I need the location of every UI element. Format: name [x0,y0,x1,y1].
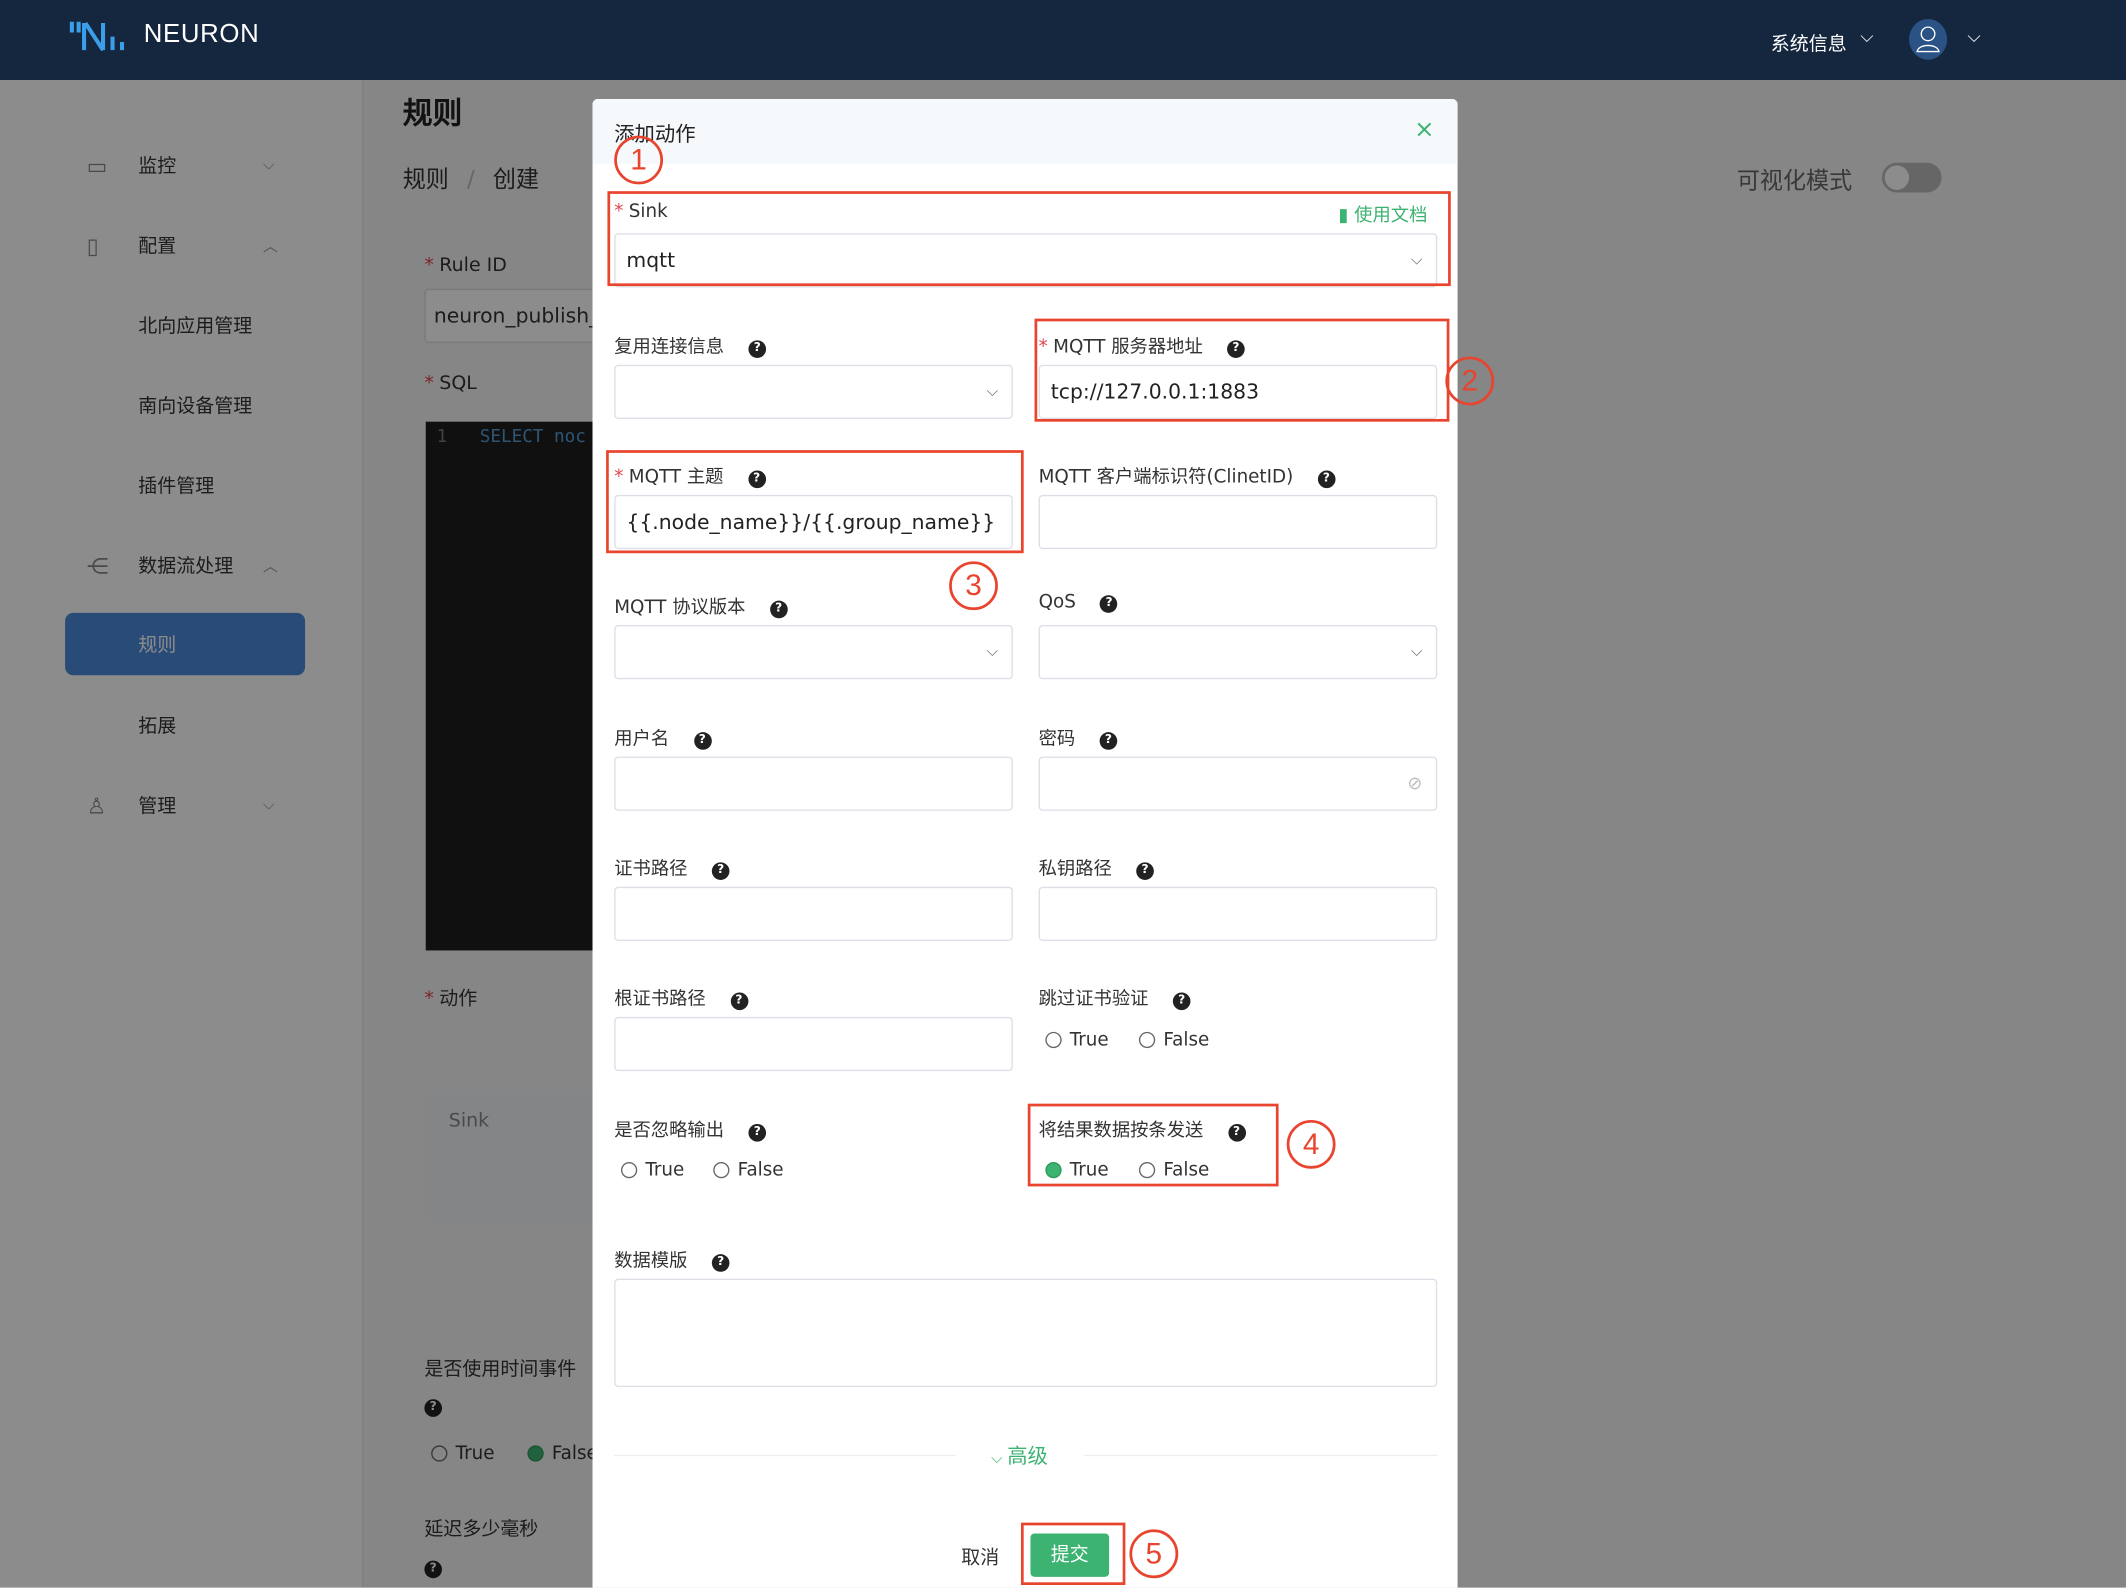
username-label: 用户名? [614,723,712,750]
mqtt-topic-input[interactable]: {{.node_name}}/{{.group_name}} [614,494,1013,550]
root-cert-input[interactable] [614,1016,1013,1072]
mqtt-protocol-label: MQTT 协议版本? [614,591,788,619]
omit-output-label: 是否忽略输出? [614,1115,767,1142]
brand-name: NEURON [143,20,260,49]
document-icon: ▮ [1338,204,1355,227]
chevron-down-icon[interactable]: ⌵ [1860,27,1873,47]
skip-verify-false-radio[interactable]: False [1138,1029,1209,1051]
send-single-false-radio[interactable]: False [1138,1159,1209,1181]
sink-select[interactable]: mqtt ⌵ [614,233,1438,288]
help-icon[interactable]: ? [711,862,730,880]
annotation-marker-2: 2 [1445,356,1495,406]
eye-hidden-icon[interactable]: ⊘ [1408,774,1423,794]
qos-select[interactable]: ⌵ [1038,625,1438,680]
sink-label: * Sink [614,200,668,223]
chevron-down-icon: ⌵ [1410,250,1423,269]
mqtt-clientid-label: MQTT 客户端标识符(ClinetID)? [1039,461,1336,489]
password-label: 密码? [1039,723,1118,750]
annotation-marker-4: 4 [1286,1119,1336,1169]
help-icon[interactable]: ? [1317,470,1336,489]
data-template-label: 数据模版? [614,1245,730,1272]
data-template-textarea[interactable] [614,1278,1438,1388]
app: NEURON 系统信息 ⌵ ⌵ ▭ 监控 ⌵ ▯ 配置 ︿ 北向应用管理 南向设备管理 … [0,0,2126,1588]
top-bar: NEURON 系统信息 ⌵ ⌵ [0,0,2126,80]
neuron-logo-icon [69,21,125,52]
mqtt-topic-label: * MQTT 主题? [614,461,766,489]
help-icon[interactable]: ? [1100,595,1118,613]
key-path-label: 私钥路径? [1039,853,1154,880]
cert-path-label: 证书路径? [614,853,730,880]
cancel-button[interactable]: 取消 [961,1543,999,1570]
help-icon[interactable]: ? [748,1124,767,1142]
chevron-down-icon: ⌵ [1410,642,1423,661]
username-input[interactable] [614,756,1013,811]
help-icon[interactable]: ? [769,600,788,619]
password-input[interactable]: ⊘ [1038,756,1438,811]
root-cert-label: 根证书路径? [614,983,748,1011]
dialog-header: 添加动作 × [592,98,1458,165]
skip-verify-label: 跳过证书验证? [1039,983,1191,1011]
send-single-true-radio[interactable]: True [1045,1159,1109,1181]
submit-button[interactable]: 提交 [1030,1533,1110,1577]
add-action-dialog: 添加动作 × * Sink ▮ 使用文档 mqtt ⌵ 复用连接信息? ⌵ * MQT… [592,98,1495,1588]
omit-output-false-radio[interactable]: False [713,1159,784,1181]
close-icon[interactable]: × [1414,115,1434,143]
help-icon[interactable]: ? [1099,732,1118,750]
help-icon[interactable]: ? [730,992,748,1011]
mqtt-protocol-select[interactable]: ⌵ [614,625,1013,680]
chevron-down-icon: ⌵ [986,382,998,400]
annotation-marker-3: 3 [949,561,998,611]
reuse-connection-label: 复用连接信息? [614,331,767,358]
qos-label: QoS? [1039,591,1118,613]
help-icon[interactable]: ? [748,340,767,358]
advanced-toggle[interactable]: ⌵ 高级 [955,1441,1084,1470]
help-icon[interactable]: ? [1172,992,1191,1011]
annotation-marker-1: 1 [614,135,664,185]
user-icon [1916,26,1940,53]
help-icon[interactable]: ? [1227,1124,1246,1142]
chevron-down-icon[interactable]: ⌵ [1967,27,1980,47]
system-info-menu[interactable]: 系统信息 [1771,30,1847,57]
mqtt-server-label: * MQTT 服务器地址? [1039,331,1245,358]
skip-verify-true-radio[interactable]: True [1045,1029,1109,1051]
help-icon[interactable]: ? [693,732,712,750]
chevron-down-icon: ⌵ [986,642,998,661]
help-icon[interactable]: ? [1227,340,1245,358]
key-path-input[interactable] [1038,886,1438,941]
send-single-label: 将结果数据按条发送? [1039,1115,1246,1142]
cert-path-input[interactable] [614,886,1013,941]
reuse-connection-select[interactable]: ⌵ [614,364,1013,419]
help-icon[interactable]: ? [1136,862,1154,880]
omit-output-true-radio[interactable]: True [620,1159,684,1181]
docs-link[interactable]: ▮ 使用文档 [1338,199,1427,227]
help-icon[interactable]: ? [711,1254,730,1272]
help-icon[interactable]: ? [747,470,766,489]
chevron-down-icon: ⌵ [991,1449,1008,1468]
annotation-marker-5: 5 [1129,1529,1179,1579]
avatar[interactable] [1909,18,1948,60]
mqtt-clientid-input[interactable] [1038,494,1438,550]
mqtt-server-input[interactable]: tcp://127.0.0.1:1883 [1038,364,1438,419]
